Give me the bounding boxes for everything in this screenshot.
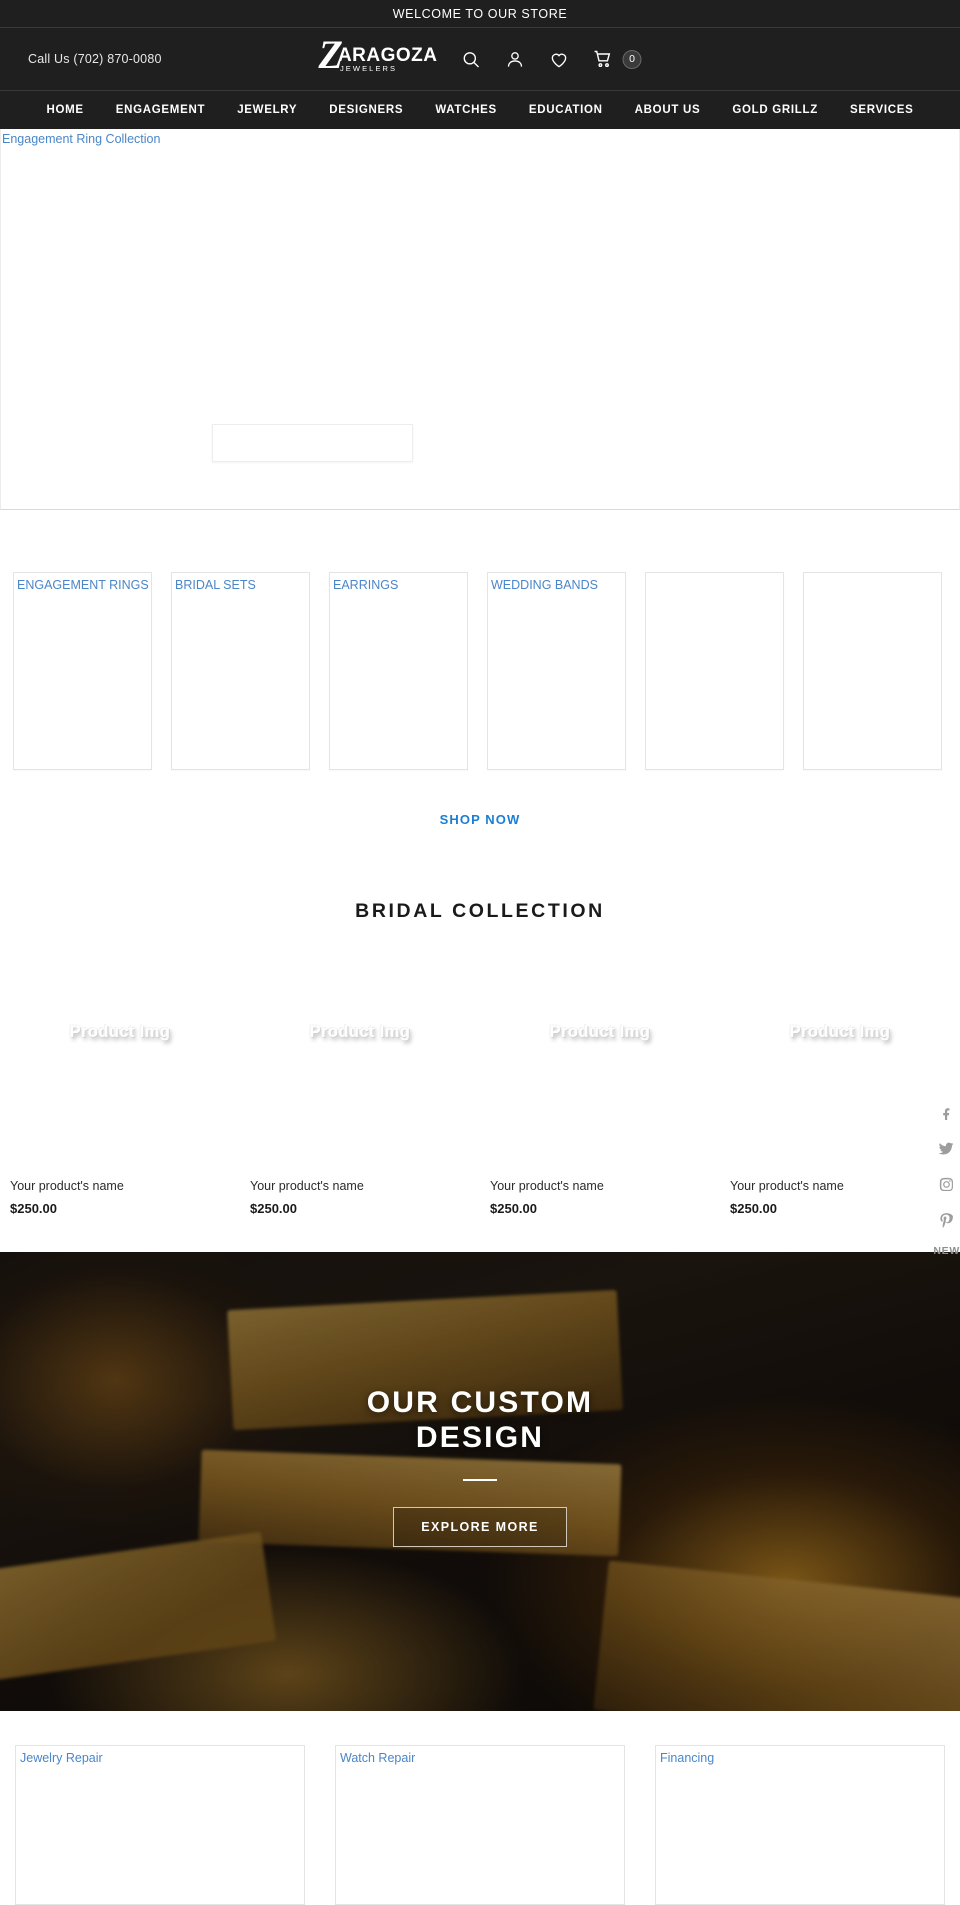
nav-item-services[interactable]: SERVICES	[834, 104, 930, 116]
nav-item-home[interactable]: HOME	[30, 104, 99, 116]
explore-more-button[interactable]: EXPLORE MORE	[393, 1507, 567, 1548]
product-grid: Product Img Your product's name $250.00 …	[0, 983, 960, 1216]
logo-monogram: Z	[318, 32, 344, 77]
nav-item-designers[interactable]: DESIGNERS	[313, 104, 419, 116]
service-image-alt: Jewelry Repair	[20, 1751, 103, 1765]
product-image-label: Product Img	[69, 1023, 171, 1041]
category-tile-earrings[interactable]: EARRINGS	[329, 572, 468, 770]
hero-slider[interactable]: Engagement Ring Collection	[0, 129, 960, 510]
logo-wordmark: ARAGOZA	[337, 45, 438, 66]
product-image-placeholder: Product Img	[240, 983, 480, 1133]
product-card[interactable]: Product Img Your product's name $250.00	[720, 983, 960, 1216]
services-section: Jewelry Repair Watch Repair Financing	[0, 1711, 960, 1905]
category-tile-6[interactable]	[803, 572, 942, 770]
service-card-watch-repair[interactable]: Watch Repair	[335, 1745, 625, 1905]
product-name: Your product's name	[250, 1179, 364, 1193]
nav-item-engagement[interactable]: ENGAGEMENT	[100, 104, 221, 116]
service-card-financing[interactable]: Financing	[655, 1745, 945, 1905]
product-price: $250.00	[250, 1201, 297, 1216]
product-name: Your product's name	[730, 1179, 844, 1193]
announcement-bar: WELCOME TO OUR STORE	[0, 0, 960, 28]
banner-divider	[463, 1479, 497, 1482]
product-card[interactable]: Product Img Your product's name $250.00	[0, 983, 240, 1216]
category-tile-5[interactable]	[645, 572, 784, 770]
category-section: ENGAGEMENT RINGS BRIDAL SETS EARRINGS WE…	[0, 510, 960, 827]
category-image-alt: BRIDAL SETS	[175, 578, 256, 592]
hero-image-alt: Engagement Ring Collection	[2, 132, 161, 146]
facebook-icon[interactable]	[939, 1105, 953, 1120]
pinterest-icon[interactable]	[939, 1213, 953, 1228]
product-name: Your product's name	[490, 1179, 604, 1193]
header-center-group: Z ARAGOZA JEWELERS 0	[318, 32, 642, 77]
social-sidebar	[938, 1105, 954, 1228]
custom-design-banner: OUR CUSTOM DESIGN EXPLORE MORE	[0, 1252, 960, 1711]
category-image-alt: ENGAGEMENT RINGS	[17, 578, 149, 592]
product-image-placeholder: Product Img	[0, 983, 240, 1133]
product-price: $250.00	[730, 1201, 777, 1216]
service-image-alt: Financing	[660, 1751, 715, 1765]
category-image-alt	[806, 575, 807, 578]
search-icon[interactable]	[460, 48, 482, 70]
banner-title-line-1: OUR CUSTOM	[366, 1386, 594, 1419]
category-image-alt: EARRINGS	[333, 578, 399, 592]
bridal-collection-section: BRIDAL COLLECTION Product Img Your produ…	[0, 900, 960, 1216]
cart-group[interactable]: 0	[592, 48, 642, 70]
category-image-alt	[648, 575, 649, 578]
category-image-alt: WEDDING BANDS	[491, 578, 598, 592]
service-card-jewelry-repair[interactable]: Jewelry Repair	[15, 1745, 305, 1905]
category-tile-bridal-sets[interactable]: BRIDAL SETS	[171, 572, 310, 770]
banner-title: OUR CUSTOM DESIGN	[0, 1385, 960, 1455]
logo-tagline: JEWELERS	[339, 64, 398, 73]
cart-count-badge: 0	[622, 49, 642, 69]
banner-title-line-2: DESIGN	[415, 1421, 545, 1455]
category-tile-engagement-rings[interactable]: ENGAGEMENT RINGS	[13, 572, 152, 770]
category-tile-row: ENGAGEMENT RINGS BRIDAL SETS EARRINGS WE…	[0, 572, 960, 770]
product-image-label: Product Img	[309, 1023, 411, 1041]
product-image-label: Product Img	[549, 1023, 651, 1041]
product-name: Your product's name	[10, 1179, 124, 1193]
site-logo[interactable]: Z ARAGOZA JEWELERS	[318, 32, 438, 77]
product-image-placeholder: Product Img	[480, 983, 720, 1133]
nav-item-about-us[interactable]: ABOUT US	[619, 104, 717, 116]
phone-number[interactable]: Call Us (702) 870-0080	[28, 52, 162, 66]
newsletter-tab[interactable]: NEW	[933, 1245, 960, 1257]
site-header: Call Us (702) 870-0080 Z ARAGOZA JEWELER…	[0, 28, 960, 91]
nav-item-education[interactable]: EDUCATION	[513, 104, 619, 116]
instagram-icon[interactable]	[939, 1177, 954, 1192]
category-tile-wedding-bands[interactable]: WEDDING BANDS	[487, 572, 626, 770]
shop-now-link[interactable]: SHOP NOW	[440, 812, 521, 827]
bridal-collection-title: BRIDAL COLLECTION	[355, 900, 605, 922]
product-price: $250.00	[10, 1201, 57, 1216]
service-image-alt: Watch Repair	[340, 1751, 416, 1765]
main-navigation: HOME ENGAGEMENT JEWELRY DESIGNERS WATCHE…	[0, 91, 960, 129]
announcement-text: WELCOME TO OUR STORE	[392, 6, 568, 21]
banner-content: OUR CUSTOM DESIGN EXPLORE MORE	[0, 1252, 960, 1548]
nav-item-watches[interactable]: WATCHES	[419, 104, 513, 116]
heart-icon[interactable]	[548, 48, 570, 70]
user-icon[interactable]	[504, 48, 526, 70]
twitter-icon[interactable]	[938, 1141, 954, 1156]
product-price: $250.00	[490, 1201, 537, 1216]
cart-icon[interactable]	[592, 48, 614, 70]
product-image-placeholder: Product Img	[720, 983, 960, 1133]
header-icon-group: 0	[460, 48, 642, 70]
product-card[interactable]: Product Img Your product's name $250.00	[480, 983, 720, 1216]
shop-now-wrapper: SHOP NOW	[0, 812, 960, 827]
nav-item-jewelry[interactable]: JEWELRY	[221, 104, 313, 116]
nav-item-gold-grillz[interactable]: GOLD GRILLZ	[716, 104, 834, 116]
product-card[interactable]: Product Img Your product's name $250.00	[240, 983, 480, 1216]
hero-caption-box	[212, 424, 413, 462]
product-image-label: Product Img	[789, 1023, 891, 1041]
